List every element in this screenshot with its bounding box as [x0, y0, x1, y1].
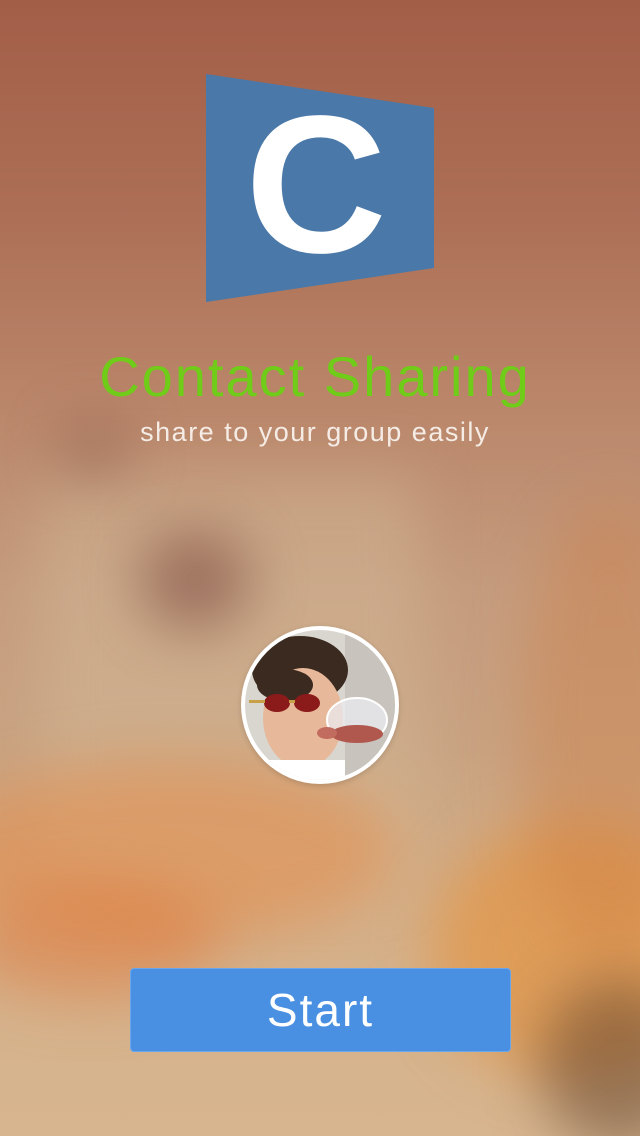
app-tagline: share to your group easily	[140, 417, 490, 447]
app-logo-icon: C	[206, 74, 436, 302]
profile-photo-icon	[245, 630, 395, 780]
app-title: Contact Sharing	[99, 345, 531, 408]
avatar[interactable]	[241, 626, 399, 784]
start-button[interactable]: Start	[130, 968, 511, 1052]
logo-letter: C	[245, 75, 387, 294]
